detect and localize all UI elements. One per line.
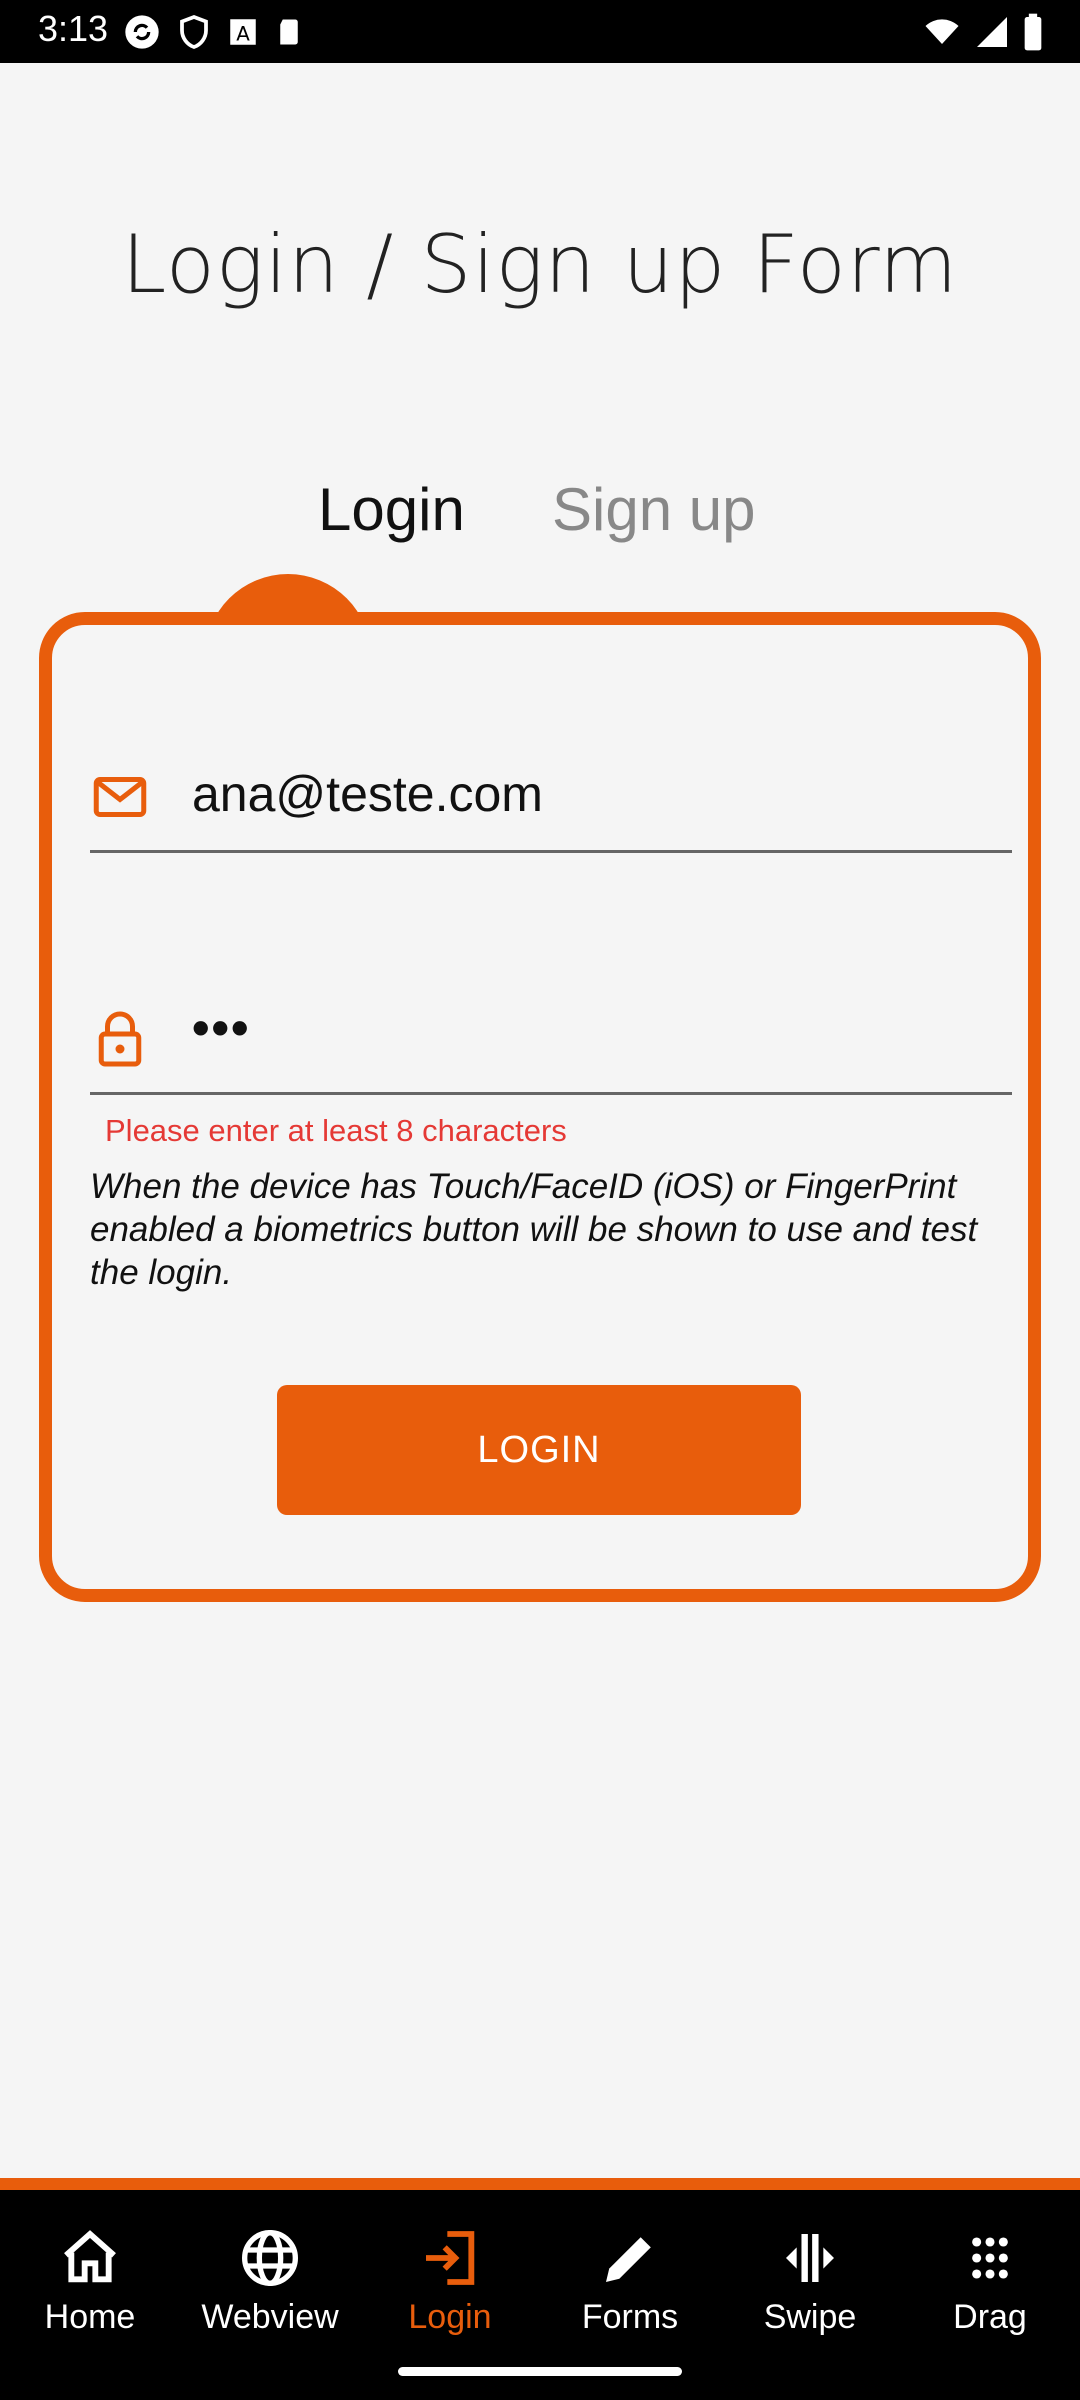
tab-login[interactable]: Login xyxy=(318,470,465,550)
tab-signup[interactable]: Sign up xyxy=(552,470,756,550)
status-time: 3:13 xyxy=(38,8,109,49)
nav-forms-label: Forms xyxy=(581,2298,679,2336)
nav-forms[interactable]: Forms xyxy=(540,2226,720,2337)
nav-webview[interactable]: Webview xyxy=(180,2226,360,2337)
shield-icon xyxy=(180,14,208,49)
signal-icon xyxy=(977,17,1007,47)
nav-login[interactable]: Login xyxy=(360,2226,540,2337)
drag-icon xyxy=(972,2237,1008,2279)
wifi-icon xyxy=(925,19,959,44)
font-icon: A xyxy=(230,19,256,46)
nav-swipe-label: Swipe xyxy=(763,2298,857,2336)
mail-icon xyxy=(93,777,147,817)
swipe-icon xyxy=(786,2234,834,2282)
email-input[interactable]: ana@teste.com xyxy=(192,765,543,823)
password-field[interactable]: ••• xyxy=(90,987,1012,1095)
lock-icon xyxy=(98,1011,142,1067)
nav-home-label: Home xyxy=(44,2298,136,2336)
nav-drag[interactable]: Drag xyxy=(900,2226,1080,2337)
home-icon xyxy=(64,2230,116,2283)
nav-home[interactable]: Home xyxy=(0,2226,180,2337)
password-input[interactable]: ••• xyxy=(192,999,251,1057)
nav-swipe[interactable]: Swipe xyxy=(720,2226,900,2337)
biometrics-info: When the device has Touch/FaceID (iOS) o… xyxy=(90,1167,978,1292)
login-button[interactable]: LOGIN xyxy=(277,1385,801,1515)
page-title: Login / Sign up Form xyxy=(121,218,959,311)
status-notification-icons: A xyxy=(122,12,304,52)
email-field[interactable]: ana@teste.com xyxy=(90,745,1012,853)
login-icon xyxy=(426,2231,475,2285)
status-bar: 3:13 A xyxy=(0,0,1080,63)
nav-drag-label: Drag xyxy=(953,2298,1027,2336)
globe-icon xyxy=(242,2230,298,2286)
password-error: Please enter at least 8 characters xyxy=(105,1113,567,1148)
nav-webview-label: Webview xyxy=(201,2298,339,2336)
status-system-icons xyxy=(922,12,1044,52)
home-indicator[interactable] xyxy=(398,2367,682,2376)
battery-icon xyxy=(1024,13,1042,51)
nav-login-label: Login xyxy=(408,2298,492,2336)
tab-bar: Login Sign up xyxy=(0,470,1080,560)
svg-text:A: A xyxy=(236,23,250,46)
sd-card-icon xyxy=(280,19,298,45)
sync-icon xyxy=(125,15,159,49)
login-form-card: ana@teste.com ••• Please enter at least … xyxy=(39,612,1041,1602)
pencil-icon xyxy=(606,2237,651,2282)
